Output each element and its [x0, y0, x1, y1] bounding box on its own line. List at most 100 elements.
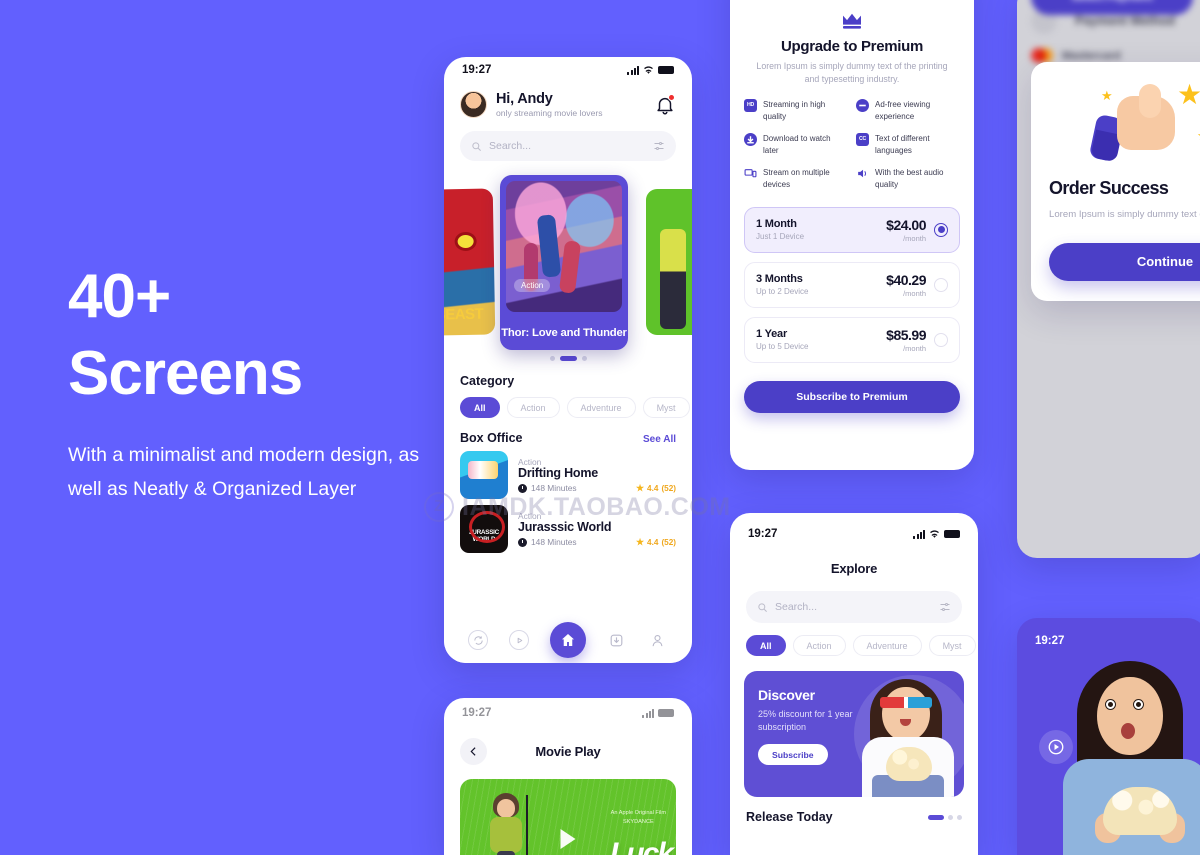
chip-adventure[interactable]: Adventure [566, 397, 636, 418]
plan-radio[interactable] [934, 222, 948, 237]
search-placeholder: Search... [775, 601, 818, 613]
banner-description: 25% discount for 1 year subscription [758, 709, 853, 733]
mastercard-icon [1031, 48, 1053, 63]
payment-header-title: Payment Method [1074, 14, 1175, 28]
sparkle-icon: ★ [1177, 79, 1200, 110]
select-payment-button[interactable]: Select Payment [1031, 0, 1193, 15]
avatar[interactable] [460, 91, 487, 118]
movie-title: Jurasssic World [518, 519, 612, 534]
carousel-poster-right[interactable] [646, 189, 692, 335]
feature-label: Ad-free viewing experience [875, 99, 931, 121]
plan-option-1-year[interactable]: 1 Year Up to 5 Device $85.99 /month [744, 316, 960, 363]
premium-subtitle: Lorem Ipsum is simply dummy text of the … [756, 61, 948, 84]
status-time: 19:27 [462, 707, 492, 719]
movie-meta: 148 Minutes ★ 4.4 (52) [518, 537, 676, 548]
plan-option-1-month[interactable]: 1 Month Just 1 Device $24.00 /month [744, 206, 960, 253]
featured-genre-badge: Action [514, 279, 551, 292]
movie-info: Action Drifting Home 148 Minutes ★ 4.4 (… [518, 457, 676, 494]
audio-icon [856, 167, 869, 180]
devices-icon [744, 167, 757, 180]
feature-label: With the best audio quality [875, 167, 944, 189]
crown-icon [730, 12, 974, 30]
status-time: 19:27 [462, 64, 492, 76]
plan-left: 1 Month Just 1 Device [756, 218, 878, 241]
chip-all[interactable]: All [460, 397, 500, 418]
status-icons [913, 529, 960, 540]
movie-list-item[interactable]: JURASSIC WORLD Action Jurasssic World 14… [444, 499, 692, 553]
featured-carousel[interactable]: BEAST Action Thor: Love and Thunder [444, 175, 692, 350]
plan-radio[interactable] [934, 332, 948, 347]
plan-devices: Just 1 Device [756, 232, 805, 241]
filter-icon[interactable] [653, 140, 665, 152]
plan-devices: Up to 2 Device [756, 287, 809, 296]
movie-poster-thumb [460, 451, 508, 499]
release-dots[interactable] [928, 814, 962, 820]
explore-chips[interactable]: All Action Adventure Myst [730, 635, 978, 656]
clock-icon [518, 537, 527, 547]
movie-rating-value: 4.4 [647, 483, 659, 493]
carousel-dots[interactable] [444, 356, 692, 361]
banner-girl-image [856, 675, 960, 797]
bell-badge-dot [668, 93, 675, 101]
poster-eyebrow-text: An Apple Original Film [610, 810, 666, 816]
plan-radio[interactable] [934, 277, 948, 292]
refresh-icon[interactable] [468, 630, 489, 650]
promo-headline-1: 40+ [68, 262, 171, 331]
signal-bars-icon [627, 65, 639, 75]
discover-banner[interactable]: Discover 25% discount for 1 year subscri… [744, 671, 964, 797]
status-time: 19:27 [1035, 635, 1065, 647]
movie-rating: ★ 4.4 (52) [636, 537, 676, 548]
ad-free-icon [856, 98, 869, 112]
carousel-poster-featured[interactable]: Action Thor: Love and Thunder [500, 175, 628, 350]
payment-card-row[interactable]: Mastercard [1017, 34, 1200, 63]
premium-features: HD Streaming in high quality Ad-free vie… [744, 98, 960, 191]
plan-list[interactable]: 1 Month Just 1 Device $24.00 /month 3 Mo… [744, 206, 960, 363]
category-chips[interactable]: All Action Adventure Myst [444, 397, 692, 418]
carousel-poster-left[interactable]: BEAST [444, 188, 496, 336]
search-placeholder: Search... [489, 140, 532, 152]
chip-mystery[interactable]: Myst [928, 635, 976, 656]
movie-player-poster[interactable]: An Apple Original Film SKYDANCE Luck [460, 779, 676, 855]
release-today-title: Release Today [746, 810, 833, 824]
phone-premium-screen: Upgrade to Premium Lorem Ipsum is simply… [730, 0, 974, 470]
chip-mystery[interactable]: Myst [642, 397, 690, 418]
movie-info: Action Jurasssic World 148 Minutes ★ 4.4… [518, 511, 676, 548]
chip-action[interactable]: Action [792, 635, 846, 656]
play-icon[interactable] [560, 828, 576, 849]
video-girl-image [1061, 655, 1200, 855]
poster-eyebrow: An Apple Original Film SKYDANCE [611, 809, 666, 827]
filter-icon[interactable] [939, 601, 951, 613]
status-bar: 19:27 [730, 521, 978, 547]
play-circle-icon[interactable] [509, 630, 530, 650]
banner-subscribe-button[interactable]: Subscribe [758, 744, 828, 766]
plan-period: /month [903, 233, 926, 243]
plan-devices: Up to 5 Device [756, 342, 809, 351]
bell-icon[interactable] [654, 93, 676, 116]
plan-left: 3 Months Up to 2 Device [756, 273, 878, 296]
category-section-header: Category [444, 374, 692, 388]
search-input[interactable]: Search... [746, 591, 962, 623]
home-icon[interactable] [549, 622, 586, 658]
signal-bars-icon [913, 529, 925, 539]
greeting-text: Hi, Andy only streaming movie lovers [496, 91, 645, 118]
profile-icon[interactable] [648, 630, 668, 650]
clock-icon [518, 483, 527, 493]
featured-poster-art [506, 181, 622, 312]
subscribe-button[interactable]: Subscribe to Premium [744, 380, 960, 413]
download-icon[interactable] [607, 630, 627, 650]
search-input[interactable]: Search... [460, 131, 676, 161]
feature-label: Text of different languages [875, 133, 930, 155]
cc-icon: CC [856, 132, 869, 146]
chip-adventure[interactable]: Adventure [852, 635, 922, 656]
movie-list-item[interactable]: Action Drifting Home 148 Minutes ★ 4.4 (… [444, 445, 692, 499]
box-office-title: Box Office [460, 431, 523, 445]
movie-rating: ★ 4.4 (52) [636, 483, 676, 494]
movie-poster-label: JURASSIC WORLD [469, 529, 499, 543]
continue-button[interactable]: Continue [1049, 242, 1200, 281]
box-office-header: Box Office See All [444, 431, 692, 445]
plan-option-3-months[interactable]: 3 Months Up to 2 Device $40.29 /month [744, 261, 960, 308]
chip-action[interactable]: Action [506, 397, 560, 418]
chip-all[interactable]: All [746, 635, 786, 656]
bottom-tab-bar[interactable] [444, 617, 692, 663]
see-all-link[interactable]: See All [643, 434, 676, 445]
